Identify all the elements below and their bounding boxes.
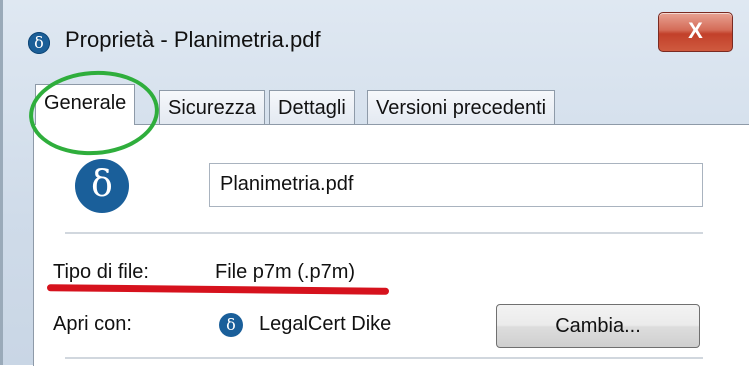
dike-delta-icon: δ <box>219 313 243 337</box>
file-name-field[interactable]: Planimetria.pdf <box>209 163 703 207</box>
change-button[interactable]: Cambia... <box>496 304 700 348</box>
tab-dettagli[interactable]: Dettagli <box>269 90 355 124</box>
section-divider <box>65 357 703 360</box>
open-with-label: Apri con: <box>53 313 132 335</box>
file-type-label: Tipo di file: <box>53 261 149 283</box>
section-divider <box>65 232 703 235</box>
tab-generale[interactable]: Generale <box>35 84 136 125</box>
tab-versioni-precedenti[interactable]: Versioni precedenti <box>367 90 556 124</box>
window-title: Proprietà - Planimetria.pdf <box>65 27 321 52</box>
properties-dialog: δ Proprietà - Planimetria.pdf X Generale… <box>0 0 749 366</box>
tab-sicurezza[interactable]: Sicurezza <box>159 90 265 124</box>
close-button[interactable]: X <box>658 12 733 52</box>
file-type-value: File p7m (.p7m) <box>215 261 356 283</box>
title-bar[interactable]: δ Proprietà - Planimetria.pdf X <box>3 0 749 70</box>
dike-delta-icon: δ <box>75 159 129 213</box>
dike-delta-icon: δ <box>28 32 50 54</box>
open-with-app-name: LegalCert Dike <box>259 313 392 335</box>
